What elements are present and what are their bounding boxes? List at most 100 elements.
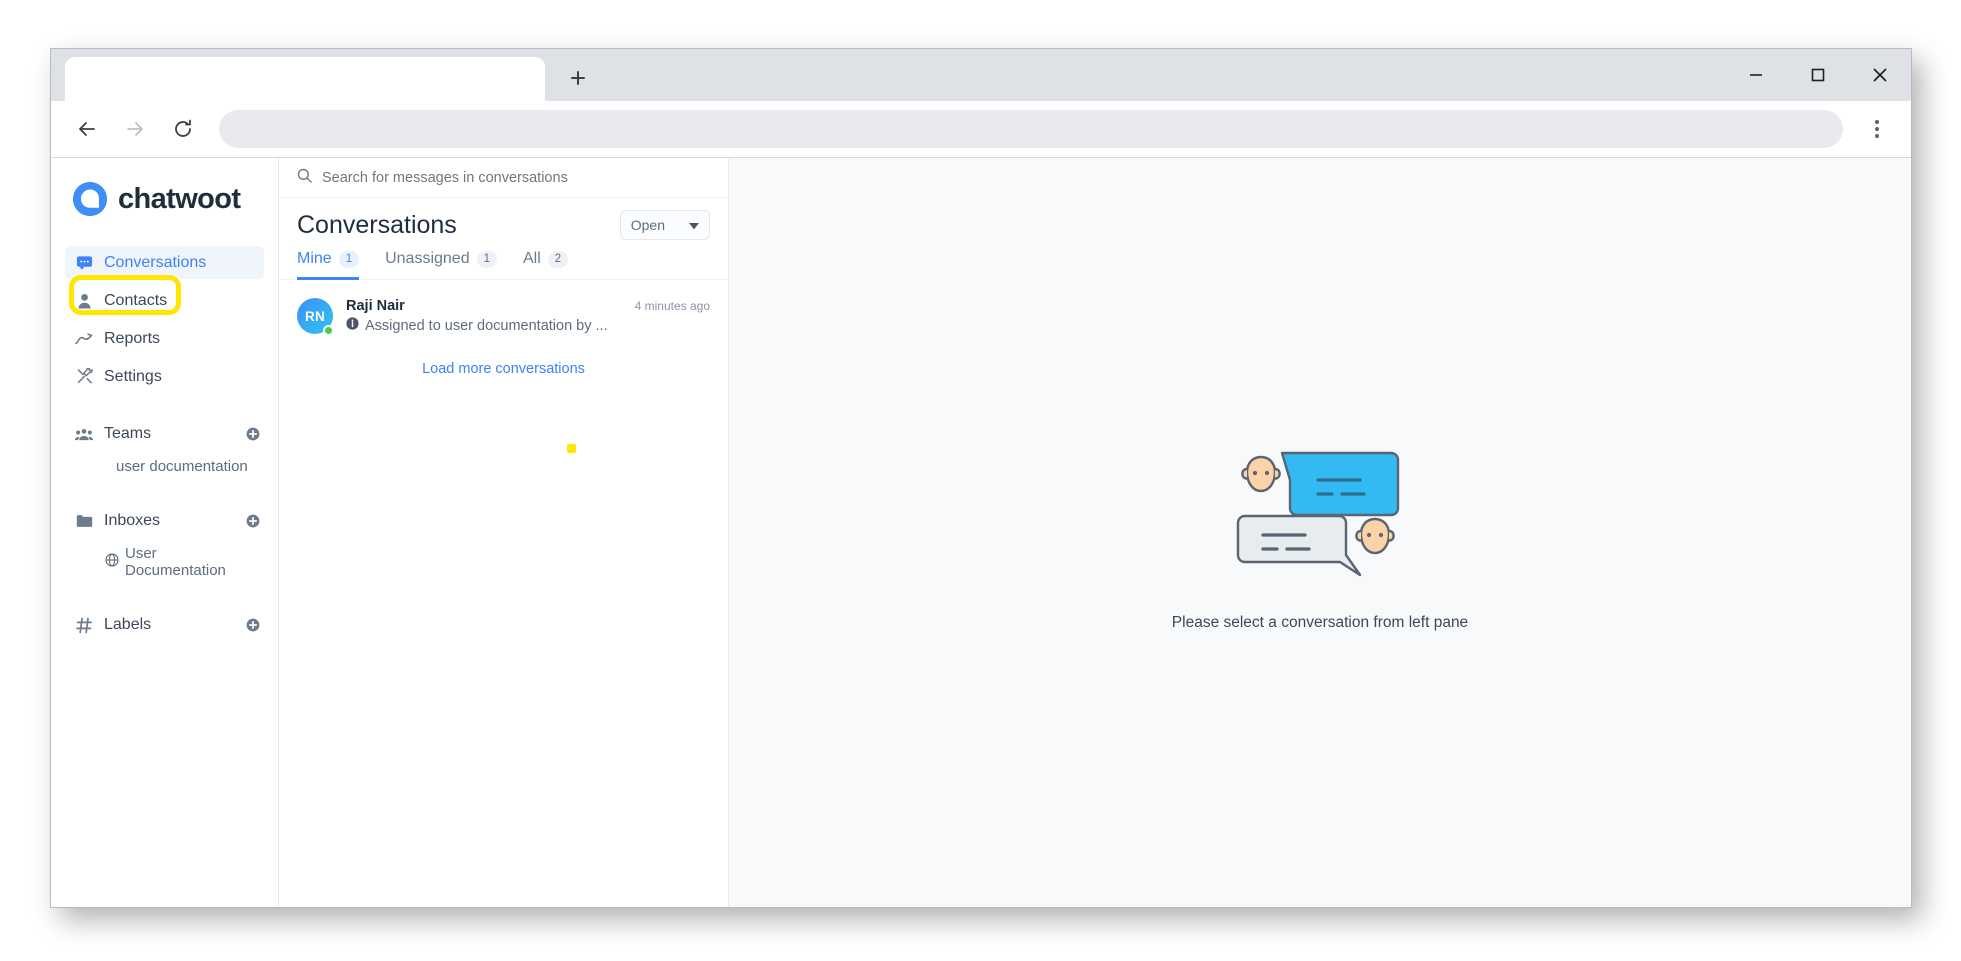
contact-name: Raji Nair	[346, 298, 405, 314]
page-content: chatwoot Conversations Contacts Reports …	[51, 157, 1911, 907]
plus-circle-icon	[246, 427, 260, 441]
plus-circle-icon	[246, 514, 260, 528]
load-more-button[interactable]: Load more conversations	[279, 343, 728, 377]
minimize-icon	[1750, 74, 1762, 76]
chat-bubble-blue-icon	[1280, 451, 1400, 516]
plus-icon	[571, 71, 585, 85]
tab-count: 2	[547, 250, 569, 268]
sidebar-item-label: Contacts	[104, 291, 168, 309]
sidebar-team-label: user documentation	[116, 458, 248, 475]
chevron-down-icon	[689, 217, 699, 233]
menu-dot	[1875, 134, 1879, 138]
browser-tab[interactable]	[65, 57, 545, 101]
tab-all[interactable]: All 2	[523, 250, 569, 280]
sidebar-section-inboxes[interactable]: Inboxes	[65, 506, 264, 536]
tools-icon	[75, 368, 93, 385]
page-title: Conversations	[297, 210, 457, 239]
close-icon	[1873, 68, 1887, 82]
sidebar-inbox-label: User Documentation	[125, 545, 226, 579]
tab-label: Mine	[297, 250, 332, 267]
people-icon	[75, 428, 93, 441]
conversation-body: Raji Nair 4 minutes ago Assigned to user…	[346, 298, 710, 335]
sidebar-item-label: Settings	[104, 367, 162, 385]
chat-bubble-grey-icon	[1236, 514, 1362, 576]
conversation-list-item[interactable]: RN Raji Nair 4 minutes ago Assigned to u…	[279, 290, 728, 343]
sidebar-item-label: Reports	[104, 329, 161, 347]
status-filter-dropdown[interactable]: Open	[619, 210, 710, 240]
reload-icon	[175, 119, 191, 137]
add-inbox-button[interactable]	[246, 514, 260, 528]
info-icon	[346, 317, 359, 335]
sidebar-item-conversations[interactable]: Conversations	[65, 246, 264, 279]
sidebar-section-teams[interactable]: Teams	[65, 419, 264, 449]
two-people-chatting-illustration	[1236, 451, 1400, 576]
browser-menu-button[interactable]	[1857, 109, 1897, 149]
tab-label: All	[523, 250, 541, 267]
tab-label: Unassigned	[385, 250, 470, 267]
trend-up-icon	[75, 332, 93, 346]
brand-name: chatwoot	[118, 182, 241, 215]
browser-tab-strip	[51, 49, 1911, 101]
sidebar-item-reports[interactable]: Reports	[65, 322, 264, 355]
online-status-dot	[323, 325, 334, 336]
browser-window: chatwoot Conversations Contacts Reports …	[50, 48, 1912, 908]
tab-count: 1	[476, 250, 497, 268]
sidebar-item-contacts[interactable]: Contacts	[65, 284, 264, 317]
menu-dot	[1875, 120, 1879, 124]
new-tab-button[interactable]	[557, 57, 599, 99]
add-label-button[interactable]	[246, 618, 260, 632]
empty-state-message: Please select a conversation from left p…	[1171, 613, 1469, 631]
tab-mine[interactable]: Mine 1	[297, 250, 360, 280]
avatar-wrap: RN	[297, 298, 334, 336]
face-right-icon	[1355, 517, 1395, 554]
chatwoot-logo-icon	[72, 181, 108, 217]
sidebar-section-label: Inboxes	[104, 512, 161, 529]
close-button[interactable]	[1849, 49, 1911, 101]
conversation-list: RN Raji Nair 4 minutes ago Assigned to u…	[279, 280, 728, 377]
conversation-tabs: Mine 1 Unassigned 1 All 2	[279, 244, 728, 280]
arrow-left-icon	[79, 122, 95, 136]
folder-icon	[75, 514, 93, 528]
forward-button[interactable]	[113, 107, 157, 151]
search-input[interactable]	[322, 169, 710, 186]
conversation-header: Conversations Open	[279, 198, 728, 244]
minimize-button[interactable]	[1725, 49, 1787, 101]
globe-icon	[105, 553, 119, 571]
conversation-preview-row: Assigned to user documentation by ...	[346, 317, 710, 335]
brand-logo-wrap: chatwoot	[51, 180, 278, 218]
menu-dot	[1875, 127, 1879, 131]
add-team-button[interactable]	[246, 427, 260, 441]
cursor-marker-dot	[567, 444, 576, 453]
sidebar-section-label: Teams	[104, 425, 152, 442]
tab-unassigned[interactable]: Unassigned 1	[385, 250, 497, 280]
conversation-timestamp: 4 minutes ago	[634, 299, 710, 313]
sidebar-section-label: Labels	[104, 616, 152, 633]
conversation-list-pane: Conversations Open Mine 1 Unassigned 1	[279, 158, 729, 907]
conversation-preview: Assigned to user documentation by ...	[365, 318, 608, 334]
sidebar-team-item[interactable]: user documentation	[65, 453, 264, 480]
search-icon	[297, 168, 312, 188]
maximize-icon	[1811, 68, 1825, 82]
sidebar-section-labels[interactable]: Labels	[65, 610, 264, 640]
sidebar-item-label: Conversations	[104, 253, 207, 271]
main-content-pane: Please select a conversation from left p…	[729, 158, 1911, 907]
app-sidebar: chatwoot Conversations Contacts Reports …	[51, 158, 279, 907]
back-button[interactable]	[65, 107, 109, 151]
sidebar-inbox-item[interactable]: User Documentation	[65, 540, 264, 584]
tab-count: 1	[338, 250, 360, 268]
maximize-button[interactable]	[1787, 49, 1849, 101]
arrow-right-icon	[127, 122, 143, 136]
chat-bubble-icon	[75, 254, 93, 271]
plus-circle-icon	[246, 618, 260, 632]
status-filter-value: Open	[630, 217, 665, 233]
sidebar-item-settings[interactable]: Settings	[65, 360, 264, 393]
conversation-meta-row: Raji Nair 4 minutes ago	[346, 298, 710, 314]
person-icon	[75, 293, 93, 309]
browser-toolbar	[51, 101, 1911, 157]
conversation-search-bar[interactable]	[279, 158, 728, 198]
reload-button[interactable]	[161, 107, 205, 151]
face-left-icon	[1241, 455, 1281, 492]
address-bar[interactable]	[219, 110, 1843, 148]
window-controls	[1725, 49, 1911, 101]
hash-icon	[75, 617, 93, 634]
